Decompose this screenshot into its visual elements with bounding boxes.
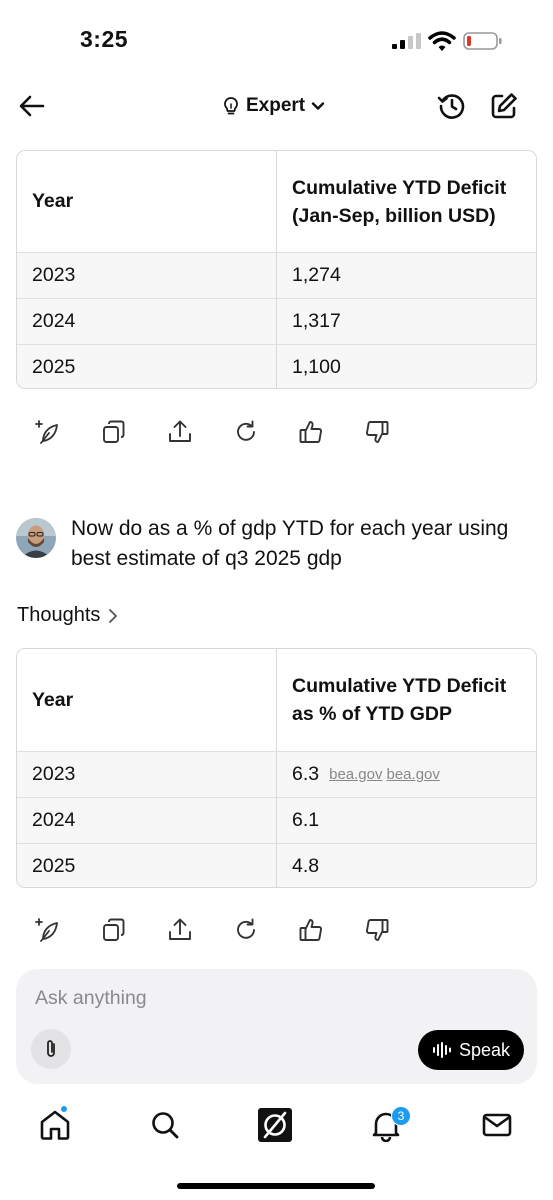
table-cell-value: 4.8 xyxy=(292,855,320,877)
speak-button[interactable]: Speak xyxy=(418,1030,524,1070)
attach-button[interactable] xyxy=(31,1029,71,1069)
back-arrow-icon[interactable] xyxy=(16,90,48,122)
citation-link[interactable]: bea.gov xyxy=(387,766,440,783)
paperclip-icon xyxy=(47,1040,55,1057)
citation-link[interactable]: bea.gov xyxy=(329,766,382,783)
speak-label: Speak xyxy=(458,1039,511,1060)
response-actions xyxy=(34,917,404,945)
share-icon[interactable] xyxy=(167,917,193,943)
table-header-year: Year xyxy=(17,649,277,751)
table-cell-year: 2023 xyxy=(17,752,277,797)
messages-icon[interactable] xyxy=(480,1108,514,1142)
table-cell-value: 1,274 xyxy=(292,264,341,286)
thumbs-down-icon[interactable] xyxy=(364,917,390,943)
composer-panel: Speak xyxy=(16,969,537,1084)
lightbulb-icon xyxy=(224,97,238,115)
table-row: 2023 6.3 bea.gov bea.gov xyxy=(17,751,536,797)
cellular-signal-icon xyxy=(392,33,421,49)
chevron-down-icon xyxy=(311,102,325,110)
chevron-right-icon xyxy=(109,608,118,623)
thumbs-down-icon[interactable] xyxy=(364,419,390,445)
retry-icon[interactable] xyxy=(233,419,259,445)
top-nav-bar: Expert xyxy=(0,80,553,132)
user-message-text: Now do as a % of gdp YTD for each year u… xyxy=(71,517,509,570)
home-icon[interactable] xyxy=(38,1108,72,1142)
response-actions xyxy=(34,419,404,447)
table-cell-value-with-citations: 6.3 bea.gov bea.gov xyxy=(277,752,536,797)
table-row: 2023 1,274 xyxy=(17,252,536,298)
copy-icon[interactable] xyxy=(101,917,127,943)
battery-icon xyxy=(463,32,502,50)
table-header-row: Year Cumulative YTD Deficit (Jan-Sep, bi… xyxy=(17,151,536,252)
table-cell-year: 2023 xyxy=(17,253,277,298)
table-cell-year: 2025 xyxy=(17,844,277,887)
table-cell-value: 6.3 xyxy=(292,763,320,785)
status-time: 3:25 xyxy=(80,26,129,52)
deficit-table: Year Cumulative YTD Deficit (Jan-Sep, bi… xyxy=(16,150,537,389)
mode-label: Expert xyxy=(246,95,306,116)
table-cell-year: 2025 xyxy=(17,345,277,388)
user-avatar[interactable] xyxy=(16,518,56,558)
edit-icon[interactable] xyxy=(488,90,520,122)
table-header-deficit: Cumulative YTD Deficit (Jan-Sep, billion… xyxy=(292,176,507,227)
ask-input[interactable] xyxy=(35,987,435,1010)
thoughts-label: Thoughts xyxy=(17,604,101,626)
home-indicator xyxy=(177,1183,375,1189)
table-row: 2024 1,317 xyxy=(17,298,536,344)
bottom-tab-bar xyxy=(0,1100,553,1160)
search-icon[interactable] xyxy=(148,1108,182,1142)
notification-badge: 3 xyxy=(391,1106,411,1126)
table-header-row: Year Cumulative YTD Deficit as % of YTD … xyxy=(17,649,536,751)
thumbs-up-icon[interactable] xyxy=(298,419,324,445)
retry-icon[interactable] xyxy=(233,917,259,943)
table-cell-value: 1,317 xyxy=(292,310,341,332)
table-row: 2025 1,100 xyxy=(17,344,536,388)
regenerate-spark-icon[interactable] xyxy=(34,419,60,445)
table-header-deficit-gdp: Cumulative YTD Deficit as % of YTD GDP xyxy=(292,675,507,725)
table-header-year: Year xyxy=(17,151,277,252)
regenerate-spark-icon[interactable] xyxy=(34,917,60,943)
status-bar: 3:25 xyxy=(0,0,553,80)
table-row: 2025 4.8 xyxy=(17,843,536,887)
table-cell-year: 2024 xyxy=(17,798,277,843)
thumbs-up-icon[interactable] xyxy=(298,917,324,943)
thoughts-toggle[interactable]: Thoughts xyxy=(17,604,118,627)
table-cell-year: 2024 xyxy=(17,299,277,344)
history-icon[interactable] xyxy=(436,90,468,122)
table-row: 2024 6.1 xyxy=(17,797,536,843)
wifi-icon xyxy=(428,31,456,51)
mode-selector[interactable]: Expert xyxy=(222,92,325,120)
deficit-gdp-table: Year Cumulative YTD Deficit as % of YTD … xyxy=(16,648,537,888)
grok-icon[interactable] xyxy=(258,1108,292,1142)
home-unread-dot xyxy=(59,1104,69,1114)
table-cell-value: 6.1 xyxy=(292,809,320,831)
share-icon[interactable] xyxy=(167,419,193,445)
copy-icon[interactable] xyxy=(101,419,127,445)
waveform-icon xyxy=(432,1042,451,1058)
table-cell-value: 1,100 xyxy=(292,356,341,378)
